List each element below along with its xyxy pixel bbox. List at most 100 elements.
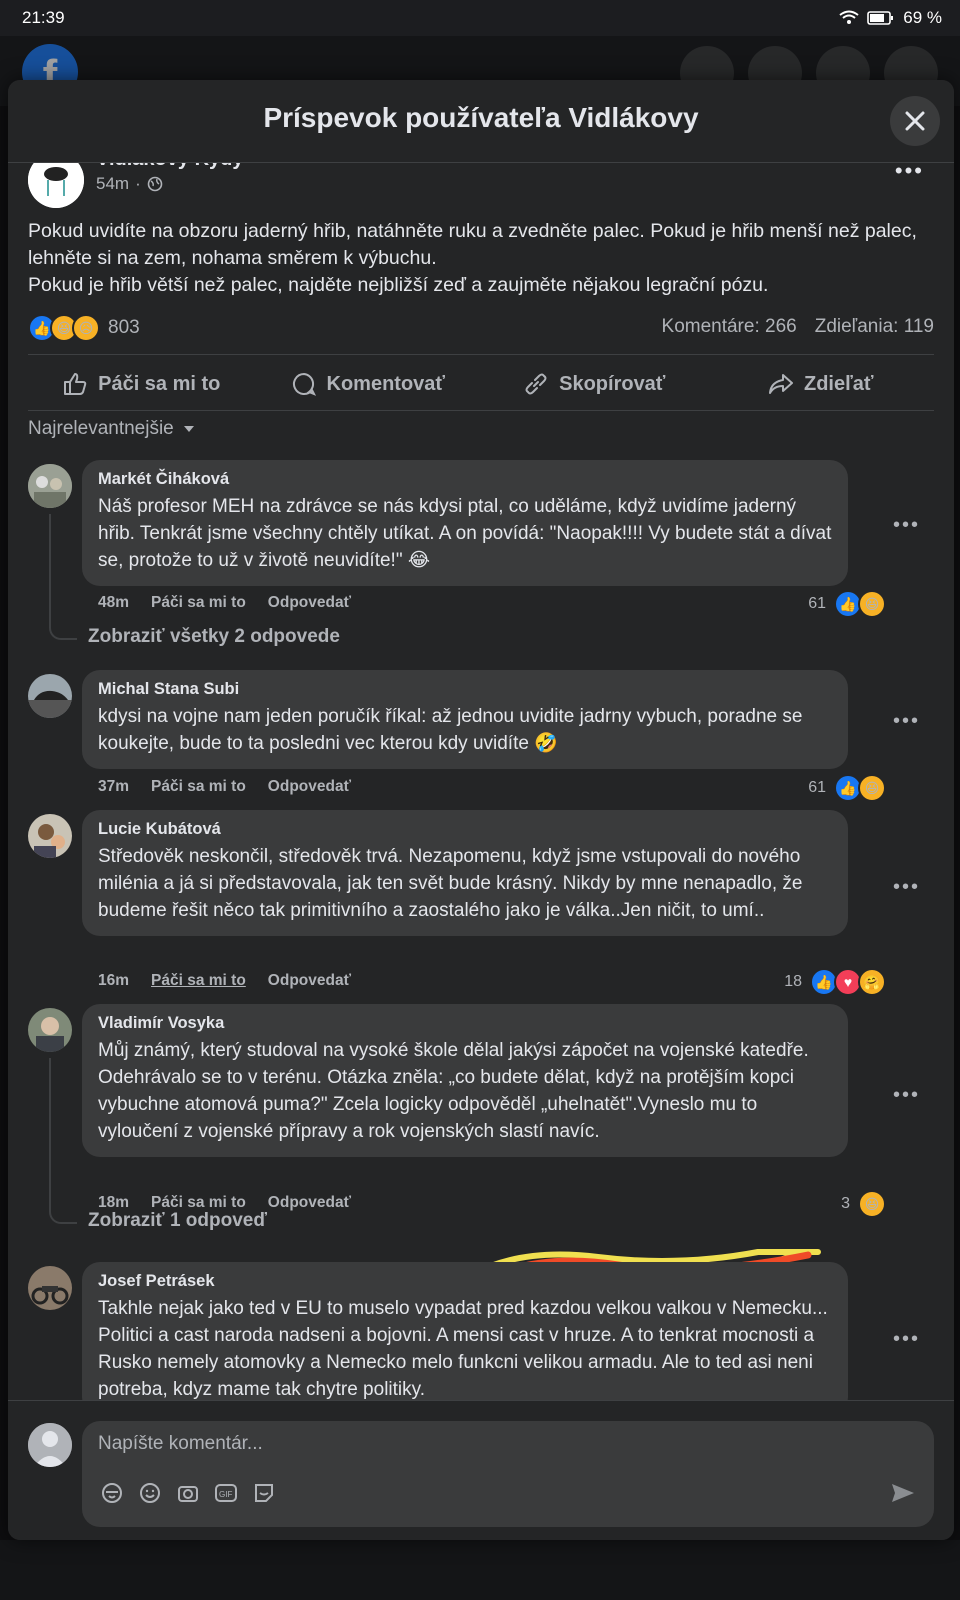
sticker-icon[interactable] [252,1481,276,1505]
comment-reply-button[interactable]: Odpovedať [268,972,351,990]
comment-text: Takhle nejak jako ted v EU to muselo vyp… [98,1298,828,1400]
comment-reply-button[interactable]: Odpovedať [268,1194,351,1212]
comment-reactions[interactable]: 61 👍 😆 [808,774,886,802]
comment-input-placeholder: Napíšte komentár... [98,1433,263,1454]
comment-reaction-count: 61 [808,779,826,796]
thread-line [49,1058,77,1224]
battery-level: 69 % [903,8,942,27]
share-button[interactable]: Zdieľať [708,358,935,410]
status-bar: 21:39 69 % [0,0,960,36]
globe-icon [147,176,163,192]
comment-meta: 16m Páči sa mi to Odpovedať [98,972,351,990]
avatar[interactable] [28,1266,72,1310]
copy-label: Skopírovať [559,372,666,395]
send-button[interactable] [890,1481,916,1510]
view-replies-button[interactable]: Zobraziť všetky 2 odpovede [88,626,340,648]
avatar[interactable] [28,674,72,718]
avatar-sticker-icon[interactable] [100,1481,124,1505]
divider [28,410,934,411]
comment-like-button[interactable]: Páči sa mi to [151,594,246,612]
sort-label: Najrelevantnejšie [28,418,174,439]
comment-bubble: Michal Stana Subi kdysi na vojne nam jed… [82,670,848,769]
close-icon [905,111,925,131]
post-text-line: Pokud uvidíte na obzoru jaderný hřib, na… [28,220,917,269]
shares-count[interactable]: Zdieľania: 119 [815,316,934,338]
page-logo-icon [28,162,84,208]
my-avatar[interactable] [28,1423,72,1467]
sort-dropdown[interactable]: Najrelevantnejšie [28,418,196,440]
comment-time[interactable]: 37m [98,778,129,796]
comment-text: Můj známý, který studoval na vysoké škol… [98,1040,809,1142]
comment-like-button[interactable]: Páči sa mi to [151,778,246,796]
haha-reaction-icon: 😆 [858,590,886,618]
svg-text:GIF: GIF [219,1490,232,1499]
comment-bubble: Lucie Kubátová Středověk neskončil, stře… [82,810,848,936]
background-footer [0,1540,960,1600]
view-replies-button[interactable]: Zobraziť 1 odpoveď [88,1210,267,1232]
divider [28,354,934,355]
comment-meta: 48m Páči sa mi to Odpovedať [98,594,351,612]
like-label: Páči sa mi to [98,372,221,395]
comment-button[interactable]: Komentovať [255,358,482,410]
haha-reaction-icon: 😆 [858,1190,886,1218]
comment-more-icon[interactable]: ••• [893,514,920,537]
post-text: Pokud uvidíte na obzoru jaderný hřib, na… [28,218,934,299]
post-meta: 54m · [96,174,163,194]
comment-reactions[interactable]: 18 👍 ♥ 🤗 [784,968,886,996]
caret-down-icon [183,426,194,432]
comment-reactions[interactable]: 3 😆 [841,1190,886,1218]
comment-reply-button[interactable]: Odpovedať [268,778,351,796]
post-stats: 👍 😆 😥 803 Komentáre: 266 Zdieľania: 119 [28,314,934,344]
post-more-icon[interactable]: ••• [895,162,924,184]
comment-time[interactable]: 16m [98,972,129,990]
thread-line [49,514,77,640]
reaction-count: 803 [108,317,140,338]
post-time[interactable]: 54m [96,174,129,194]
comment-reactions[interactable]: 61 👍 😆 [808,590,886,618]
like-button[interactable]: Páči sa mi to [28,358,255,410]
camera-icon[interactable] [176,1481,200,1505]
post-text-line: Pokud je hřib větší než palec, najděte n… [28,274,769,296]
comment-more-icon[interactable]: ••• [893,1084,920,1107]
comment-meta: 37m Páči sa mi to Odpovedať [98,778,351,796]
comment-author[interactable]: Michal Stana Subi [98,680,832,699]
comment-author[interactable]: Vladimír Vosyka [98,1014,832,1033]
comment-label: Komentovať [326,372,446,395]
post-header: Vidlákovy Kydy 54m · ••• [28,162,934,212]
copy-button[interactable]: Skopírovať [481,358,708,410]
thumbs-up-icon [64,373,87,395]
post-reactions[interactable]: 👍 😆 😥 803 [28,314,140,342]
comment-bubble: Vladimír Vosyka Můj známý, který studova… [82,1004,848,1157]
share-label: Zdieľať [803,372,874,395]
care-reaction-icon: 🤗 [858,968,886,996]
comment-author[interactable]: Josef Petrásek [98,1272,832,1291]
avatar[interactable] [28,814,72,858]
comment-author[interactable]: Lucie Kubátová [98,820,832,839]
post-author[interactable]: Vidlákovy Kydy [96,162,243,171]
comment-reaction-count: 3 [841,1195,850,1212]
avatar[interactable] [28,464,72,508]
comment-reply-button[interactable]: Odpovedať [268,594,351,612]
status-time: 21:39 [22,8,65,27]
comments-count[interactable]: Komentáre: 266 [662,316,797,338]
comment-author[interactable]: Markét Čiháková [98,470,832,489]
comment-bubble: Markét Čiháková Náš profesor MEH na zdrá… [82,460,848,586]
modal-title: Príspevok používateľa Vidlákovy [263,102,699,133]
emoji-icon[interactable] [138,1481,162,1505]
sad-reaction-icon: 😥 [72,314,100,342]
avatar[interactable] [28,1008,72,1052]
gif-icon[interactable]: GIF [214,1481,238,1505]
comment-text: Náš profesor MEH na zdrávce se nás kdysi… [98,496,832,571]
comment-time[interactable]: 48m [98,594,129,612]
comment-like-button[interactable]: Páči sa mi to [151,972,246,990]
page-avatar[interactable] [28,162,84,208]
haha-reaction-icon: 😆 [858,774,886,802]
comment-input[interactable]: Napíšte komentár... GIF [82,1421,934,1527]
close-button[interactable] [890,96,940,146]
comment-more-icon[interactable]: ••• [893,710,920,733]
comment-more-icon[interactable]: ••• [893,1328,920,1351]
comment-more-icon[interactable]: ••• [893,876,920,899]
post-scroll-area[interactable]: Vidlákovy Kydy 54m · ••• Pokud uvidíte n… [8,162,954,1482]
post-actions: Páči sa mi to Komentovať Skopírovať Zdie… [28,358,934,410]
comment-composer: Napíšte komentár... GIF [8,1400,954,1540]
